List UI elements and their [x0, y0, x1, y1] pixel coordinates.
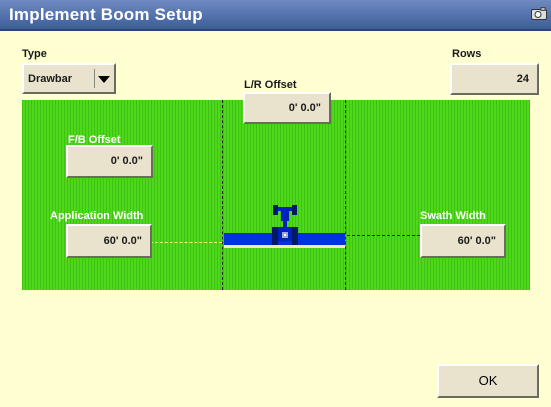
rows-label: Rows [452, 48, 482, 60]
swath-width-label: Swath Width [420, 210, 486, 222]
swath-width-field[interactable]: 60' 0.0" [420, 224, 506, 258]
camera-icon[interactable] [531, 7, 547, 20]
fb-offset-field[interactable]: 0' 0.0" [66, 145, 153, 178]
swath-width-line [347, 235, 420, 236]
title-bar: Implement Boom Setup [0, 0, 551, 31]
application-width-line [150, 242, 222, 243]
rows-field[interactable]: 24 [450, 63, 539, 95]
left-guide-line [222, 100, 223, 290]
chevron-down-icon[interactable] [94, 69, 112, 88]
type-selected-value: Drawbar [28, 73, 73, 85]
tractor-icon [272, 205, 298, 245]
application-width-label: Application Width [50, 210, 144, 222]
lr-offset-field[interactable]: 0' 0.0" [243, 92, 331, 124]
type-label: Type [22, 48, 47, 60]
type-dropdown[interactable]: Drawbar [22, 63, 116, 94]
window-title: Implement Boom Setup [9, 5, 203, 24]
lr-offset-label: L/R Offset [244, 79, 297, 91]
ok-button[interactable]: OK [437, 364, 539, 398]
application-width-field[interactable]: 60' 0.0" [66, 224, 152, 258]
right-guide-line [345, 100, 346, 290]
implement-diagram [22, 100, 530, 290]
